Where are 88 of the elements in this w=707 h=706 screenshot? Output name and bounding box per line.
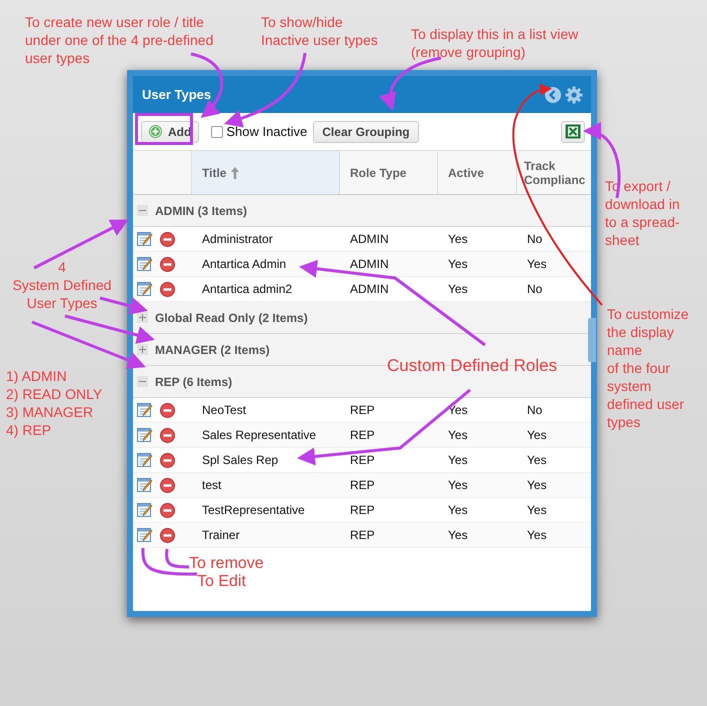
- add-icon: [149, 125, 162, 138]
- remove-icon: [160, 232, 175, 246]
- remove-icon: [160, 478, 175, 492]
- table-cell-text: No: [526, 232, 544, 246]
- annotation-text: To show/hide Inactive user types: [261, 13, 378, 49]
- table-cell-text: test: [201, 478, 222, 492]
- table-cell-text: Yes: [526, 453, 548, 467]
- toggle-icon[interactable]: [137, 312, 148, 323]
- table-cell-text: REP: [349, 503, 376, 517]
- table-cell-text: Yes: [447, 503, 469, 517]
- column-header[interactable]: Title: [192, 151, 340, 194]
- remove-icon: [160, 452, 175, 468]
- table-cell-text: REP: [349, 478, 376, 492]
- edit-icon: [137, 256, 153, 272]
- checkbox-label[interactable]: Show Inactive: [226, 124, 308, 139]
- table-cell-text: Yes: [447, 428, 469, 442]
- table-cell-text: Yes: [447, 528, 469, 542]
- edit-icon: [137, 452, 153, 468]
- table-cell-text: REP: [349, 528, 376, 542]
- table-cell-text: Yes: [526, 257, 548, 271]
- edit-icon: [137, 427, 153, 443]
- sort-arrow-icon: [230, 166, 240, 180]
- annotation-text: To remove: [189, 555, 264, 573]
- edit-icon: [137, 477, 153, 493]
- table-cell-text: REP: [349, 428, 376, 442]
- group-label: Global Read Only (2 Items): [155, 310, 308, 324]
- table-cell-text: TestRepresentative: [201, 503, 306, 517]
- table-cell-text: ADMIN: [349, 232, 390, 246]
- edit-icon: [137, 281, 153, 297]
- table-cell-text: Yes: [447, 453, 469, 467]
- annotation-text: To Edit: [197, 573, 246, 591]
- remove-icon: [160, 282, 175, 296]
- spreadsheet-icon: [565, 124, 581, 139]
- table-cell-text: NeoTest: [201, 403, 248, 417]
- table-cell-text: Trainer: [201, 528, 241, 542]
- edit-icon: [137, 402, 153, 418]
- annotation-text: 1) ADMIN 2) READ ONLY 3) MANAGER 4) REP: [6, 367, 102, 439]
- group-label: REP (6 Items): [155, 374, 232, 388]
- remove-icon: [160, 502, 175, 518]
- table-cell-text: No: [526, 403, 544, 417]
- add-button[interactable]: Add: [141, 120, 200, 142]
- group-label: MANAGER (2 Items): [155, 342, 270, 356]
- settings-icon: [565, 86, 583, 104]
- table-cell-text: No: [526, 282, 544, 296]
- toggle-icon[interactable]: [137, 344, 148, 355]
- table-cell-text: ADMIN: [349, 282, 390, 296]
- remove-icon: [160, 428, 175, 442]
- export-button[interactable]: [561, 120, 585, 142]
- group-label: ADMIN (3 Items): [155, 204, 248, 218]
- annotation-text: To display this in a list view (remove grouping): [411, 25, 578, 61]
- table-cell-text: Yes: [447, 257, 469, 271]
- annotation-text: To create new user role / title under one of the 4 pre-defined user types: [25, 13, 214, 67]
- remove-icon: [160, 402, 175, 418]
- remove-icon: [160, 528, 175, 542]
- table-cell-text: REP: [349, 453, 376, 467]
- table-cell-text: Administrator: [201, 232, 274, 246]
- table-cell-text: Yes: [526, 428, 548, 442]
- column-header[interactable]: Track Complianc: [517, 151, 587, 194]
- back-icon: [545, 86, 561, 102]
- column-header[interactable]: Role Type: [340, 151, 438, 194]
- table-cell-text: ADMIN: [349, 257, 390, 271]
- table-cell-text: Yes: [447, 478, 469, 492]
- table-cell-text: Antartica Admin: [201, 257, 288, 271]
- table-cell-text: Yes: [447, 232, 469, 246]
- table-cell-text: REP: [349, 403, 376, 417]
- table-cell-text: Yes: [447, 282, 469, 296]
- table-cell-text: Sales Representative: [201, 428, 318, 442]
- table-cell-text: Yes: [526, 503, 548, 517]
- edit-icon: [137, 527, 153, 543]
- highlight-frame: [135, 113, 193, 145]
- window-title: User Types: [142, 87, 212, 102]
- table-cell-text: Antartica admin2: [201, 282, 294, 296]
- edit-icon: [137, 502, 153, 518]
- checkbox[interactable]: [211, 126, 224, 138]
- collapse-handle[interactable]: [588, 318, 596, 362]
- annotation-text: To customize the display name of the four system defined user types: [607, 305, 689, 431]
- annotation-text: 4 System Defined User Types: [12, 258, 112, 312]
- group-row[interactable]: ADMIN (3 Items): [133, 195, 591, 227]
- remove-icon: [160, 256, 175, 272]
- toggle-icon[interactable]: [137, 205, 148, 216]
- edit-icon: [137, 231, 153, 247]
- column-header[interactable]: Active: [438, 151, 517, 194]
- table-cell-text: Spl Sales Rep: [201, 453, 280, 467]
- clear-grouping-button[interactable]: Clear Grouping: [313, 120, 419, 142]
- table-cell-text: Yes: [526, 478, 548, 492]
- table-cell-text: Yes: [526, 528, 548, 542]
- toggle-icon[interactable]: [137, 376, 148, 387]
- group-row[interactable]: Global Read Only (2 Items): [133, 302, 591, 334]
